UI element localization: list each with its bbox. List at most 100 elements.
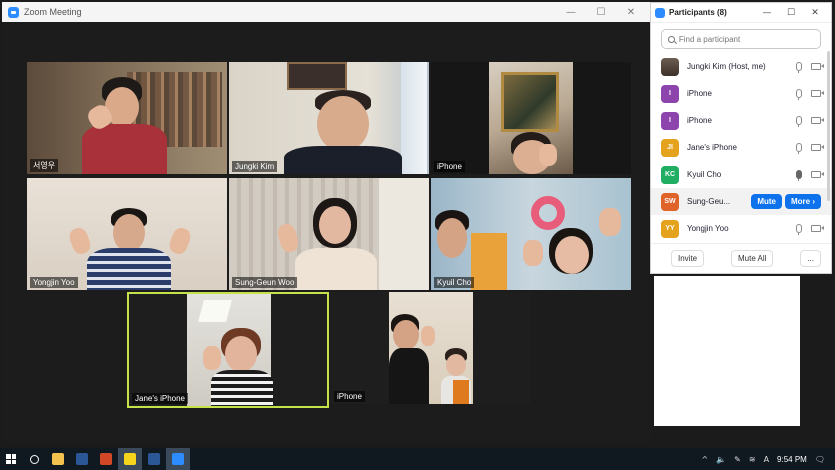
tray-chevron-icon[interactable]: ^ <box>701 455 708 464</box>
search-icon <box>29 454 39 464</box>
close-button[interactable]: ✕ <box>803 8 827 18</box>
zoom-taskbar-button[interactable] <box>166 448 190 470</box>
background-window <box>654 276 800 426</box>
avatar: I <box>661 84 679 103</box>
zoom-app-icon <box>8 6 19 18</box>
participants-title-bar: Participants (8) — ☐ ✕ <box>651 3 831 23</box>
video-camera-icon <box>811 225 824 232</box>
start-button[interactable] <box>0 448 22 470</box>
microphone-icon <box>796 116 802 127</box>
zoom-meeting-window: Zoom Meeting — ☐ ✕ 서영우 Jungki Kim iPhone… <box>2 2 652 444</box>
maximize-button[interactable]: ☐ <box>779 8 803 18</box>
participant-name: Sung-Geu... <box>687 197 731 206</box>
video-tile[interactable]: 서영우 <box>27 62 227 174</box>
participant-row-hovered[interactable]: SW Sung-Geu... Mute More › <box>651 188 831 215</box>
windows-logo-icon <box>6 454 16 464</box>
avatar: KC <box>661 165 679 184</box>
tile-name-label: 서영우 <box>30 159 59 172</box>
video-camera-icon <box>811 171 824 178</box>
maximize-button[interactable]: ☐ <box>586 7 616 18</box>
minimize-button[interactable]: — <box>755 8 779 18</box>
word-icon <box>76 453 88 465</box>
microphone-active-icon <box>796 170 802 181</box>
file-explorer-button[interactable] <box>46 448 70 470</box>
participant-name: Yongjin Yoo <box>687 224 729 233</box>
more-button[interactable]: More › <box>785 194 821 209</box>
invite-button[interactable]: Invite <box>671 250 705 267</box>
participants-title: Participants (8) <box>669 8 727 17</box>
participants-footer: Invite Mute All ... <box>651 243 831 273</box>
tile-name-label: Jane's iPhone <box>132 393 189 404</box>
avatar <box>661 57 679 76</box>
mute-button[interactable]: Mute <box>751 194 782 209</box>
video-tile[interactable]: Kyuil Cho <box>431 178 631 290</box>
chat-app-icon <box>124 453 136 465</box>
participant-list: Jungki Kim (Host, me) I iPhone I iPhone … <box>651 53 831 242</box>
participant-name: Kyuil Cho <box>687 170 722 179</box>
tile-name-label: Sung-Geun Woo <box>232 277 298 288</box>
word-button-2[interactable] <box>142 448 166 470</box>
microphone-icon <box>796 224 802 235</box>
pen-icon[interactable]: ✎ <box>734 455 741 464</box>
tile-name-label: Kyuil Cho <box>434 277 475 288</box>
zoom-app-icon <box>655 7 665 18</box>
avatar: YY <box>661 219 679 238</box>
avatar: JI <box>661 138 679 157</box>
video-tile[interactable]: Jungki Kim <box>229 62 429 174</box>
participant-row[interactable]: Jungki Kim (Host, me) <box>651 53 831 80</box>
microphone-icon <box>796 143 802 154</box>
avatar: SW <box>661 192 679 211</box>
participant-row[interactable]: YY Yongjin Yoo <box>651 215 831 242</box>
tile-name-label: Jungki Kim <box>232 161 278 172</box>
video-tile[interactable]: iPhone <box>431 62 631 174</box>
tile-name-label: Yongjin Yoo <box>30 277 78 288</box>
video-tile-active-speaker[interactable]: Jane's iPhone <box>127 292 329 408</box>
tile-name-label: iPhone <box>434 161 465 172</box>
minimize-button[interactable]: — <box>556 7 586 18</box>
powerpoint-button[interactable] <box>94 448 118 470</box>
mute-all-button[interactable]: Mute All <box>730 250 774 267</box>
zoom-icon <box>172 453 184 465</box>
input-method-icon[interactable]: A <box>764 455 769 464</box>
participant-row[interactable]: I iPhone <box>651 107 831 134</box>
video-tile[interactable]: Yongjin Yoo <box>27 178 227 290</box>
search-icon <box>668 35 675 43</box>
participant-row[interactable]: I iPhone <box>651 80 831 107</box>
wifi-icon[interactable]: ≋ <box>749 455 756 464</box>
kakaotalk-button[interactable] <box>118 448 142 470</box>
video-tile[interactable]: Sung-Geun Woo <box>229 178 429 290</box>
search-taskbar-button[interactable] <box>22 448 46 470</box>
participant-row[interactable]: KC Kyuil Cho <box>651 161 831 188</box>
word-icon <box>148 453 160 465</box>
video-camera-icon <box>811 90 824 97</box>
video-camera-icon <box>811 144 824 151</box>
windows-taskbar: ^ 🔈 ✎ ≋ A 9:54 PM 🗨 <box>0 448 835 470</box>
participant-name: iPhone <box>687 116 712 125</box>
word-button[interactable] <box>70 448 94 470</box>
microphone-icon <box>796 89 802 100</box>
window-title: Zoom Meeting <box>24 7 82 17</box>
video-tile[interactable]: iPhone <box>331 292 531 404</box>
avatar: I <box>661 111 679 130</box>
folder-icon <box>52 453 64 465</box>
participant-name: iPhone <box>687 89 712 98</box>
gallery-view: 서영우 Jungki Kim iPhone Yongjin Yoo Sung-G… <box>2 22 652 444</box>
notification-icon[interactable]: 🗨 <box>815 455 825 464</box>
system-tray: ^ 🔈 ✎ ≋ A 9:54 PM 🗨 <box>701 448 835 470</box>
powerpoint-icon <box>100 453 112 465</box>
video-camera-icon <box>811 117 824 124</box>
scrollbar[interactable] <box>827 51 830 201</box>
participant-search[interactable] <box>661 29 821 49</box>
participant-name: Jane's iPhone <box>687 143 738 152</box>
participant-row[interactable]: JI Jane's iPhone <box>651 134 831 161</box>
video-camera-icon <box>811 63 824 70</box>
search-input[interactable] <box>678 34 814 44</box>
participant-name: Jungki Kim (Host, me) <box>687 62 766 71</box>
title-bar: Zoom Meeting — ☐ ✕ <box>2 2 652 22</box>
close-button[interactable]: ✕ <box>616 7 646 18</box>
microphone-icon <box>796 62 802 73</box>
clock[interactable]: 9:54 PM <box>777 455 807 464</box>
participants-panel: Participants (8) — ☐ ✕ Jungki Kim (Host,… <box>650 2 832 274</box>
volume-icon[interactable]: 🔈 <box>716 455 726 464</box>
more-options-button[interactable]: ... <box>800 250 821 267</box>
